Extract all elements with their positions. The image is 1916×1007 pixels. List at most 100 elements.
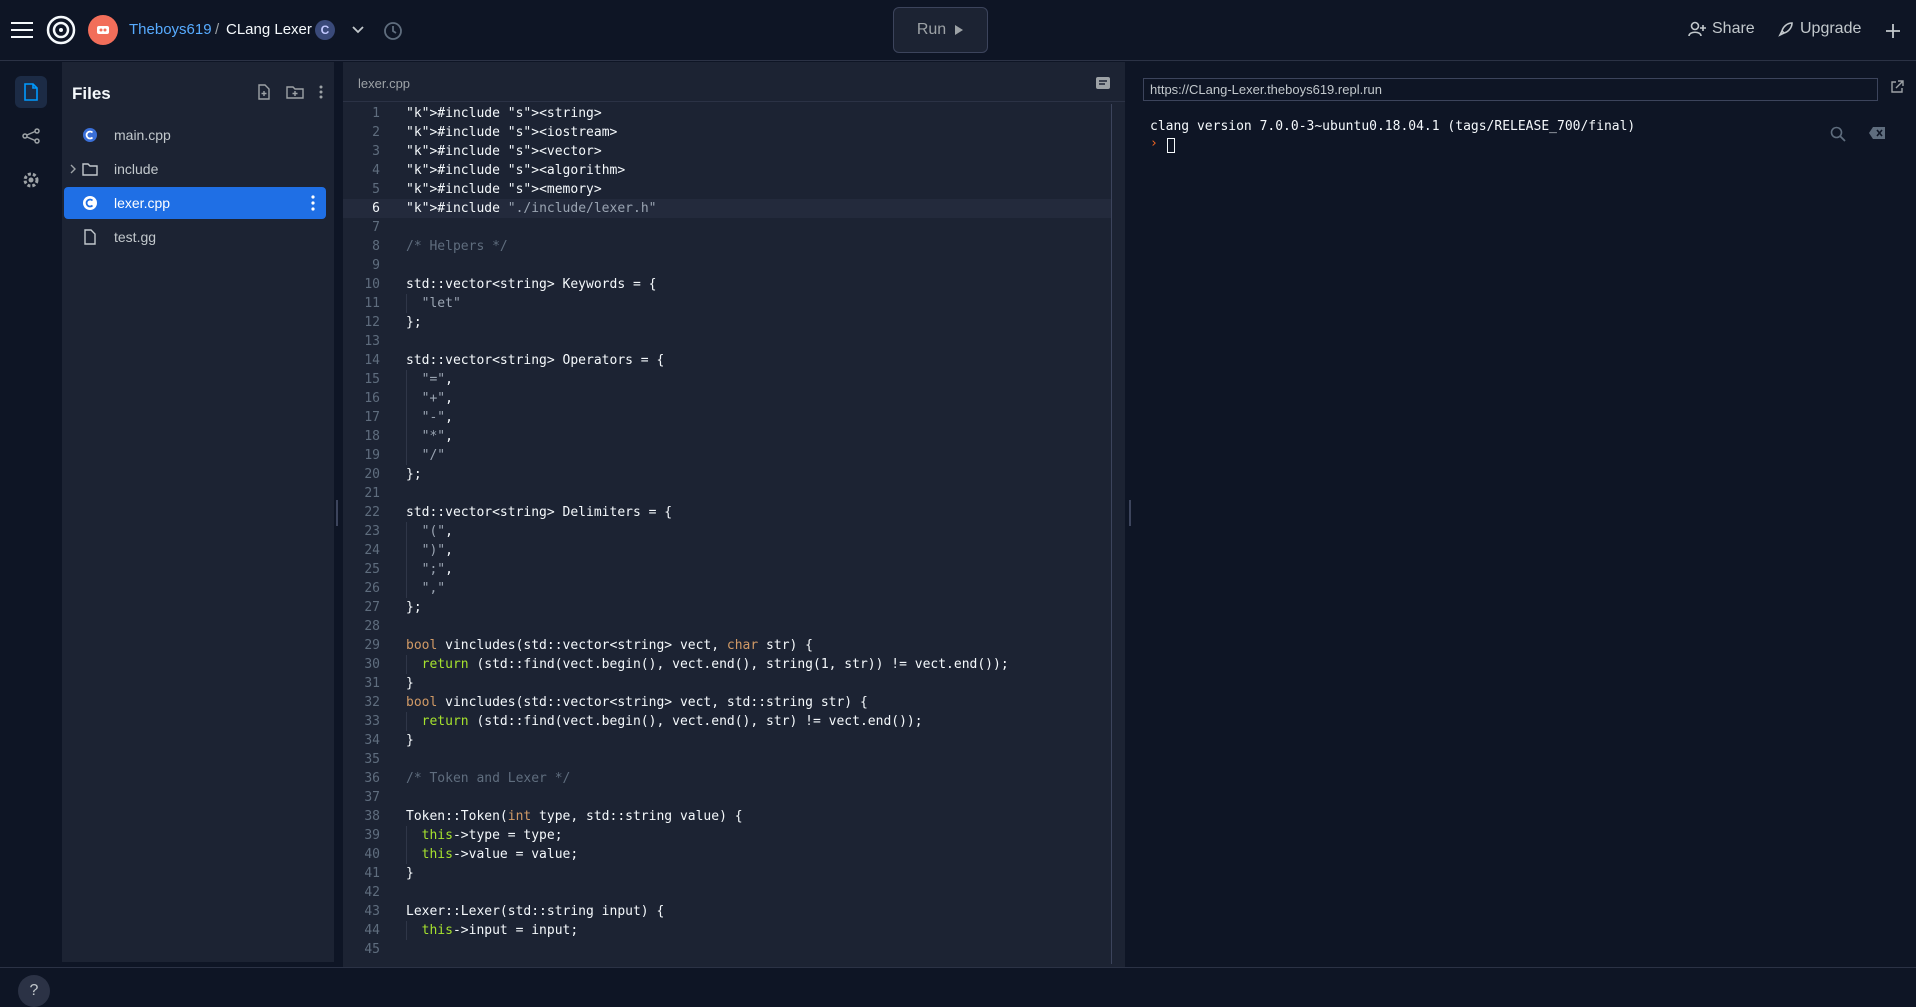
code-line[interactable]: 29 bool vincludes(std::vector<string> vec… [343, 636, 1111, 655]
code-line[interactable]: 36 /* Token and Lexer */ [343, 769, 1111, 788]
code-line[interactable]: 40 this->value = value; [343, 845, 1111, 864]
replit-logo-icon[interactable] [45, 14, 77, 46]
code-line[interactable]: 14 std::vector<string> Operators = { [343, 351, 1111, 370]
code-line[interactable]: 17 "-", [343, 408, 1111, 427]
avatar[interactable] [88, 15, 118, 45]
console-tools [1830, 126, 1886, 142]
help-button[interactable]: ? [18, 975, 50, 1007]
code-line[interactable]: 45 [343, 940, 1111, 959]
cpp-file-icon [83, 128, 97, 142]
plus-icon[interactable] [1882, 20, 1904, 42]
files-editor-resize-handle[interactable] [336, 500, 338, 526]
code-line[interactable]: 11 "let" [343, 294, 1111, 313]
code-text: return (std::find(vect.begin(), vect.end… [421, 657, 1009, 672]
chevron-right-icon[interactable] [70, 164, 76, 174]
code-line[interactable]: 25 ";", [343, 560, 1111, 579]
open-in-new-tab-icon[interactable] [1890, 80, 1904, 94]
settings-gear-icon[interactable] [15, 164, 47, 196]
files-icon[interactable] [15, 76, 47, 108]
code-line[interactable]: 32 bool vincludes(std::vector<string> vec… [343, 693, 1111, 712]
code-line[interactable]: 21 [343, 484, 1111, 503]
code-line[interactable]: 28 [343, 617, 1111, 636]
code-line[interactable]: 9 [343, 256, 1111, 275]
history-icon[interactable] [382, 20, 404, 42]
new-file-icon[interactable] [256, 84, 272, 100]
code-line[interactable]: 34} [343, 731, 1111, 750]
code-line[interactable]: 12}; [343, 313, 1111, 332]
code-area[interactable]: 1 "k">#include "s"><string> 2 "k">#include … [343, 104, 1111, 959]
code-text: "k">#include "s"><algorithm> [406, 163, 626, 178]
file-item-test-gg[interactable]: test.gg [64, 221, 326, 253]
code-line[interactable]: 31} [343, 674, 1111, 693]
more-options-icon[interactable] [318, 84, 324, 100]
line-number: 25 [364, 562, 380, 577]
code-line[interactable]: 37 [343, 788, 1111, 807]
file-item-include-folder[interactable]: include [64, 153, 326, 185]
code-line[interactable]: 35 [343, 750, 1111, 769]
share-button[interactable]: Share [1688, 20, 1755, 38]
editor-console-resize-handle[interactable] [1129, 500, 1131, 526]
code-line[interactable]: 22 std::vector<string> Delimiters = { [343, 503, 1111, 522]
search-icon[interactable] [1830, 126, 1846, 142]
code-line[interactable]: 10 std::vector<string> Keywords = { [343, 275, 1111, 294]
code-line[interactable]: 16 "+", [343, 389, 1111, 408]
code-text: "," [421, 581, 446, 596]
code-line[interactable]: 42 [343, 883, 1111, 902]
console-cursor[interactable] [1167, 138, 1175, 153]
code-text: this->value = value; [421, 847, 579, 862]
line-number: 12 [364, 315, 380, 330]
line-number: 8 [372, 239, 380, 254]
code-text: }; [406, 600, 422, 615]
code-line[interactable]: 1 "k">#include "s"><string> [343, 104, 1111, 123]
code-line[interactable]: 27}; [343, 598, 1111, 617]
user-link[interactable]: Theboys619 [129, 21, 212, 38]
repl-url-field[interactable]: https://CLang-Lexer.theboys619.repl.run [1143, 78, 1878, 101]
line-number: 28 [364, 619, 380, 634]
code-line[interactable]: 19 "/" [343, 446, 1111, 465]
code-line[interactable]: 13 [343, 332, 1111, 351]
run-button[interactable]: Run [893, 7, 988, 53]
code-line[interactable]: 41} [343, 864, 1111, 883]
file-item-lexer-cpp[interactable]: lexer.cpp [64, 187, 326, 219]
code-line[interactable]: 26 "," [343, 579, 1111, 598]
version-control-icon[interactable] [15, 120, 47, 152]
tab-lexer-cpp[interactable]: lexer.cpp [358, 76, 410, 91]
help-label: ? [29, 982, 39, 999]
code-line[interactable]: 33 return (std::find(vect.begin(), vect.… [343, 712, 1111, 731]
code-text: "k">#include "s"><string> [406, 106, 602, 121]
code-line[interactable]: 7 [343, 218, 1111, 237]
code-line[interactable]: 18 "*", [343, 427, 1111, 446]
file-options-icon[interactable] [310, 194, 316, 212]
hamburger-menu-icon[interactable] [10, 18, 34, 42]
code-line[interactable]: 4 "k">#include "s"><algorithm> [343, 161, 1111, 180]
wrap-lines-icon[interactable] [1095, 76, 1111, 90]
code-line[interactable]: 23 "(", [343, 522, 1111, 541]
code-line[interactable]: 39 this->type = type; [343, 826, 1111, 845]
code-text: "k">#include "./include/lexer.h" [406, 201, 657, 216]
file-item-main-cpp[interactable]: main.cpp [64, 119, 326, 151]
chevron-down-icon[interactable] [350, 22, 366, 38]
run-button-label: Run [916, 21, 947, 38]
code-line[interactable]: 30 return (std::find(vect.begin(), vect.… [343, 655, 1111, 674]
code-line[interactable]: 2 "k">#include "s"><iostream> [343, 123, 1111, 142]
code-line[interactable]: 6 "k">#include "./include/lexer.h" [343, 199, 1111, 218]
code-line[interactable]: 15 "=", [343, 370, 1111, 389]
code-line[interactable]: 5 "k">#include "s"><memory> [343, 180, 1111, 199]
code-line[interactable]: 38 Token::Token(int type, std::string val… [343, 807, 1111, 826]
c-language-icon[interactable]: C [315, 20, 335, 40]
code-line[interactable]: 3 "k">#include "s"><vector> [343, 142, 1111, 161]
code-text: Lexer::Lexer(std::string input) { [406, 904, 665, 919]
code-line[interactable]: 8 /* Helpers */ [343, 237, 1111, 256]
code-line[interactable]: 20}; [343, 465, 1111, 484]
line-number: 45 [364, 942, 380, 957]
repl-name[interactable]: CLang Lexer [226, 21, 312, 38]
line-number: 34 [364, 733, 380, 748]
code-line[interactable]: 43 Lexer::Lexer(std::string input) { [343, 902, 1111, 921]
new-folder-icon[interactable] [286, 84, 304, 100]
line-number: 39 [364, 828, 380, 843]
code-line[interactable]: 44 this->input = input; [343, 921, 1111, 940]
clear-console-icon[interactable] [1868, 126, 1886, 140]
upgrade-button[interactable]: Upgrade [1778, 20, 1861, 38]
code-line[interactable]: 24 ")", [343, 541, 1111, 560]
editor-scrollbar[interactable] [1111, 104, 1121, 964]
